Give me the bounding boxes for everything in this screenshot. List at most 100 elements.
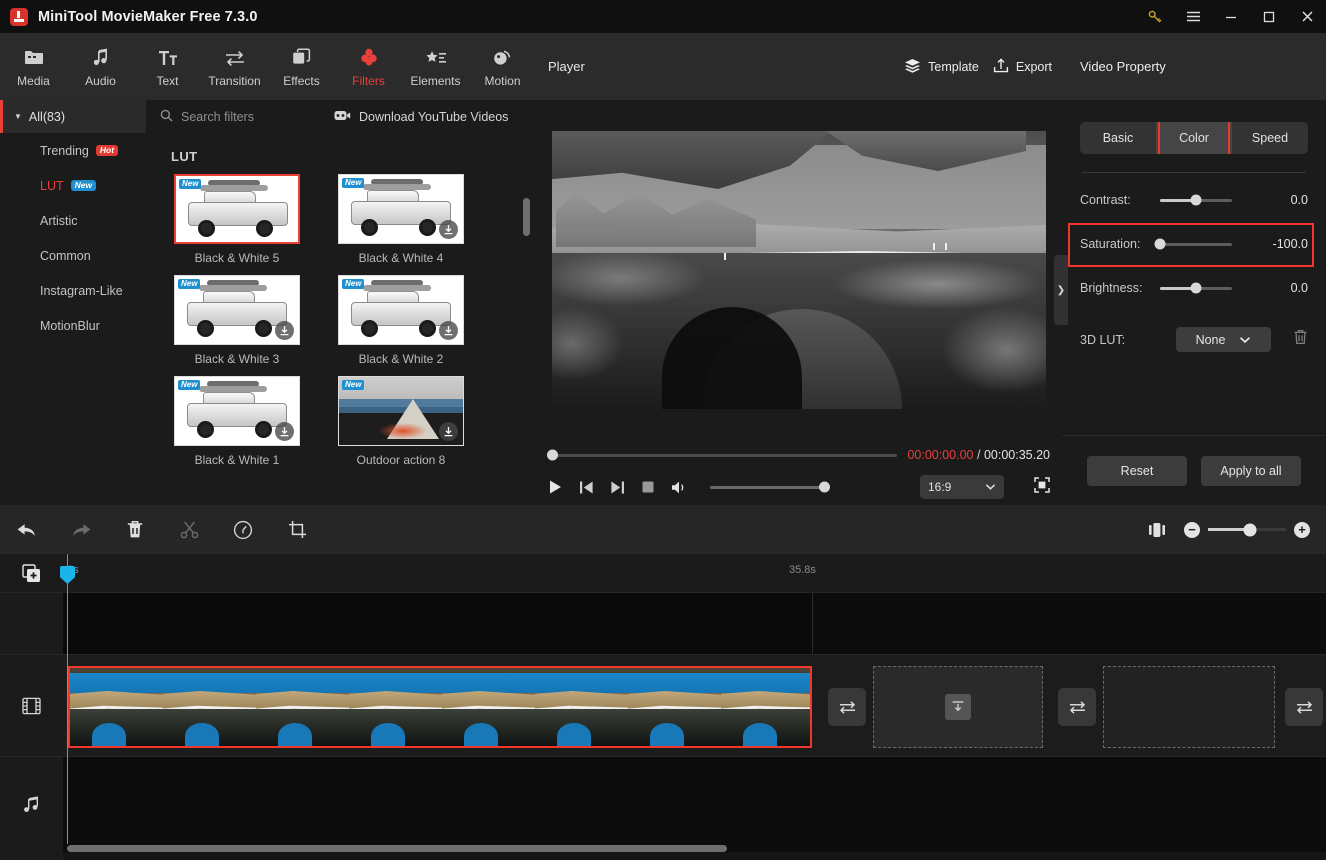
add-media-icon[interactable]: [0, 554, 63, 592]
volume-handle[interactable]: [819, 481, 830, 493]
timeline-ruler[interactable]: 0s 35.8s: [63, 554, 1326, 592]
sidebar-item-artistic[interactable]: Artistic: [0, 203, 146, 238]
sidebar-item-motionblur[interactable]: MotionBlur: [0, 308, 146, 343]
playhead[interactable]: [60, 554, 75, 844]
filter-card[interactable]: New Black & White 1: [174, 376, 302, 467]
reset-button[interactable]: Reset: [1087, 455, 1187, 486]
play-icon[interactable]: [548, 479, 563, 495]
sidebar-item-instagram-like[interactable]: Instagram-Like: [0, 273, 146, 308]
timeline-zoom-handle[interactable]: [1243, 523, 1257, 536]
track-header-video[interactable]: [0, 654, 63, 756]
filter-card[interactable]: New Outdoor action 8: [338, 376, 466, 467]
seek-slider[interactable]: [547, 449, 898, 461]
player-title: Player: [548, 59, 585, 74]
split-icon[interactable]: [162, 505, 216, 554]
seek-handle[interactable]: [547, 449, 558, 461]
delete-icon[interactable]: [108, 505, 162, 554]
menu-icon[interactable]: [1174, 0, 1212, 33]
aspect-ratio-select[interactable]: 16:9: [920, 475, 1004, 499]
video-preview[interactable]: [552, 131, 1046, 409]
search-input[interactable]: Search filters: [181, 110, 254, 124]
download-icon[interactable]: [945, 694, 971, 720]
title-bar: MiniTool MovieMaker Free 7.3.0: [0, 0, 1326, 33]
apply-to-all-button[interactable]: Apply to all: [1201, 455, 1301, 486]
tab-speed[interactable]: Speed: [1232, 122, 1308, 154]
text-track[interactable]: [63, 592, 1326, 654]
contrast-slider[interactable]: [1160, 194, 1232, 206]
saturation-handle[interactable]: [1154, 238, 1166, 250]
fit-to-window-icon[interactable]: [1130, 505, 1184, 554]
sidebar-item-lut[interactable]: LUT New: [0, 168, 146, 203]
download-icon[interactable]: [275, 422, 294, 441]
tab-color[interactable]: Color: [1156, 122, 1232, 154]
filters-icon: [359, 47, 379, 69]
timeline-horizontal-scrollbar[interactable]: [67, 845, 727, 852]
transition-gap-button[interactable]: [828, 688, 866, 726]
tab-elements[interactable]: Elements: [402, 33, 469, 100]
trash-icon[interactable]: [1293, 329, 1308, 350]
filter-thumbnail[interactable]: New: [174, 174, 300, 244]
export-button[interactable]: Export: [993, 57, 1052, 76]
tab-text[interactable]: Text: [134, 33, 201, 100]
filter-card[interactable]: New Black & White 3: [174, 275, 302, 366]
timeline-zoom-slider[interactable]: [1208, 523, 1286, 536]
tab-motion[interactable]: Motion: [469, 33, 536, 100]
media-drop-slot[interactable]: [1103, 666, 1275, 748]
tab-filters[interactable]: Filters: [335, 33, 402, 100]
key-icon[interactable]: [1136, 0, 1174, 33]
video-track[interactable]: [63, 654, 1326, 756]
filter-thumbnail[interactable]: New: [338, 376, 464, 446]
filter-thumbnail[interactable]: New: [174, 376, 300, 446]
filter-list-scrollbar[interactable]: [523, 198, 530, 236]
download-icon[interactable]: [275, 321, 294, 340]
track-header-text[interactable]: [0, 592, 63, 654]
download-icon[interactable]: [439, 220, 458, 239]
filter-card[interactable]: New Black & White 2: [338, 275, 466, 366]
volume-slider[interactable]: [710, 481, 830, 493]
next-frame-icon[interactable]: [610, 480, 625, 495]
stop-icon[interactable]: [641, 480, 655, 494]
zoom-out-button[interactable]: −: [1184, 521, 1200, 538]
tab-transition[interactable]: Transition: [201, 33, 268, 100]
media-drop-slot[interactable]: [873, 666, 1043, 748]
maximize-button[interactable]: [1250, 0, 1288, 33]
video-clip[interactable]: [68, 666, 812, 748]
fullscreen-icon[interactable]: [1034, 476, 1050, 498]
sidebar-item-common[interactable]: Common: [0, 238, 146, 273]
tab-effects[interactable]: Effects: [268, 33, 335, 100]
redo-icon[interactable]: [54, 505, 108, 554]
zoom-in-button[interactable]: +: [1294, 521, 1310, 538]
brightness-handle[interactable]: [1190, 282, 1202, 294]
speed-icon[interactable]: [216, 505, 270, 554]
transition-gap-button[interactable]: [1285, 688, 1323, 726]
filter-card[interactable]: New Black & White 5: [174, 174, 302, 265]
filter-thumbnail[interactable]: New: [338, 174, 464, 244]
download-icon[interactable]: [439, 422, 458, 441]
download-icon[interactable]: [439, 321, 458, 340]
contrast-handle[interactable]: [1190, 194, 1202, 206]
lut-select[interactable]: None: [1176, 327, 1271, 352]
tab-media[interactable]: Media: [0, 33, 67, 100]
tab-basic[interactable]: Basic: [1080, 122, 1156, 154]
close-button[interactable]: [1288, 0, 1326, 33]
saturation-slider[interactable]: [1154, 238, 1232, 250]
undo-icon[interactable]: [0, 505, 54, 554]
crop-icon[interactable]: [270, 505, 324, 554]
filter-thumbnail[interactable]: New: [338, 275, 464, 345]
filter-thumbnail[interactable]: New: [174, 275, 300, 345]
category-all[interactable]: ▼ All(83): [0, 100, 146, 133]
filter-grid-scroll[interactable]: LUT New Black & White 5 New Black & Whit…: [146, 133, 536, 505]
sidebar-item-trending[interactable]: Trending Hot: [0, 133, 146, 168]
track-header-audio[interactable]: [0, 756, 63, 852]
tab-audio[interactable]: Audio: [67, 33, 134, 100]
minimize-button[interactable]: [1212, 0, 1250, 33]
template-button[interactable]: Template: [904, 58, 979, 76]
transition-gap-button[interactable]: [1058, 688, 1096, 726]
search-filters-field[interactable]: Search filters: [146, 109, 326, 125]
previous-frame-icon[interactable]: [579, 480, 594, 495]
audio-track[interactable]: [63, 756, 1326, 852]
download-youtube-videos-button[interactable]: Download YouTube Videos: [334, 109, 508, 125]
filter-card[interactable]: New Black & White 4: [338, 174, 466, 265]
brightness-slider[interactable]: [1160, 282, 1232, 294]
volume-icon[interactable]: [671, 480, 688, 495]
